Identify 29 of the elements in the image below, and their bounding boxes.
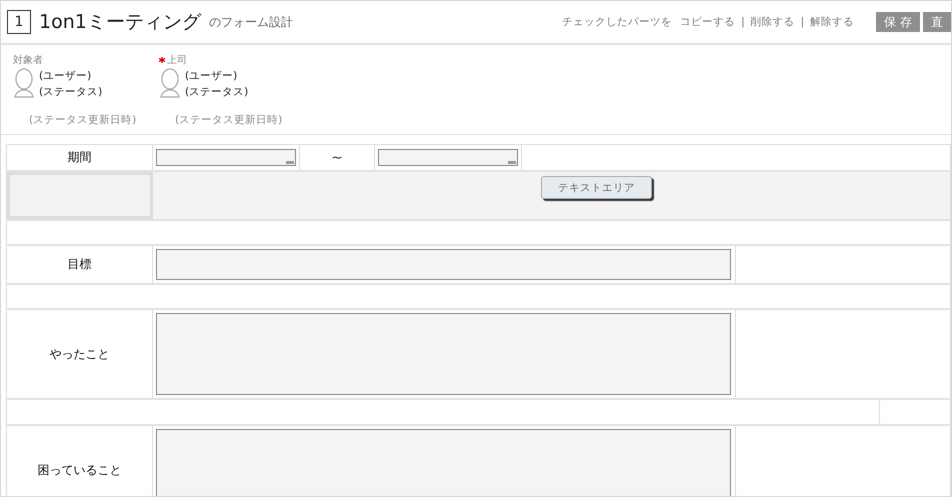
- action-link[interactable]: コピーする: [680, 15, 736, 29]
- number-box: 1: [7, 10, 31, 34]
- actions-label: チェックしたパーツを: [562, 15, 672, 29]
- field-label: 困っていること: [7, 426, 153, 496]
- range-separator: ~: [331, 150, 343, 166]
- separator: |: [741, 16, 745, 28]
- field-label: 期間: [7, 145, 153, 170]
- input-field[interactable]: [156, 249, 731, 280]
- user-name: (ユーザー): [39, 69, 92, 83]
- separator: |: [800, 16, 804, 28]
- person-label: 対象者: [13, 54, 43, 67]
- textarea-part-button[interactable]: テキストエリア: [541, 176, 652, 199]
- status-updated: (ステータス更新日時): [29, 113, 138, 127]
- action-link[interactable]: 解除する: [810, 15, 854, 29]
- field-label: やったこと: [7, 310, 153, 398]
- action-link[interactable]: 削除する: [750, 15, 795, 29]
- date-field[interactable]: [156, 149, 296, 166]
- user-name: (ユーザー): [185, 69, 238, 83]
- user-status: (ステータス): [185, 85, 248, 99]
- status-updated: (ステータス更新日時): [175, 113, 284, 127]
- user-status: (ステータス): [39, 85, 102, 99]
- avatar-icon: [13, 68, 35, 98]
- date-field[interactable]: [378, 149, 518, 166]
- avatar-icon: [159, 68, 181, 98]
- text-area[interactable]: [156, 313, 731, 395]
- field-label: 目標: [7, 246, 153, 283]
- person-label: 上司: [167, 54, 187, 67]
- form-subtitle: のフォーム設計: [208, 14, 293, 30]
- form-title: 1on1ミーティング: [39, 10, 201, 35]
